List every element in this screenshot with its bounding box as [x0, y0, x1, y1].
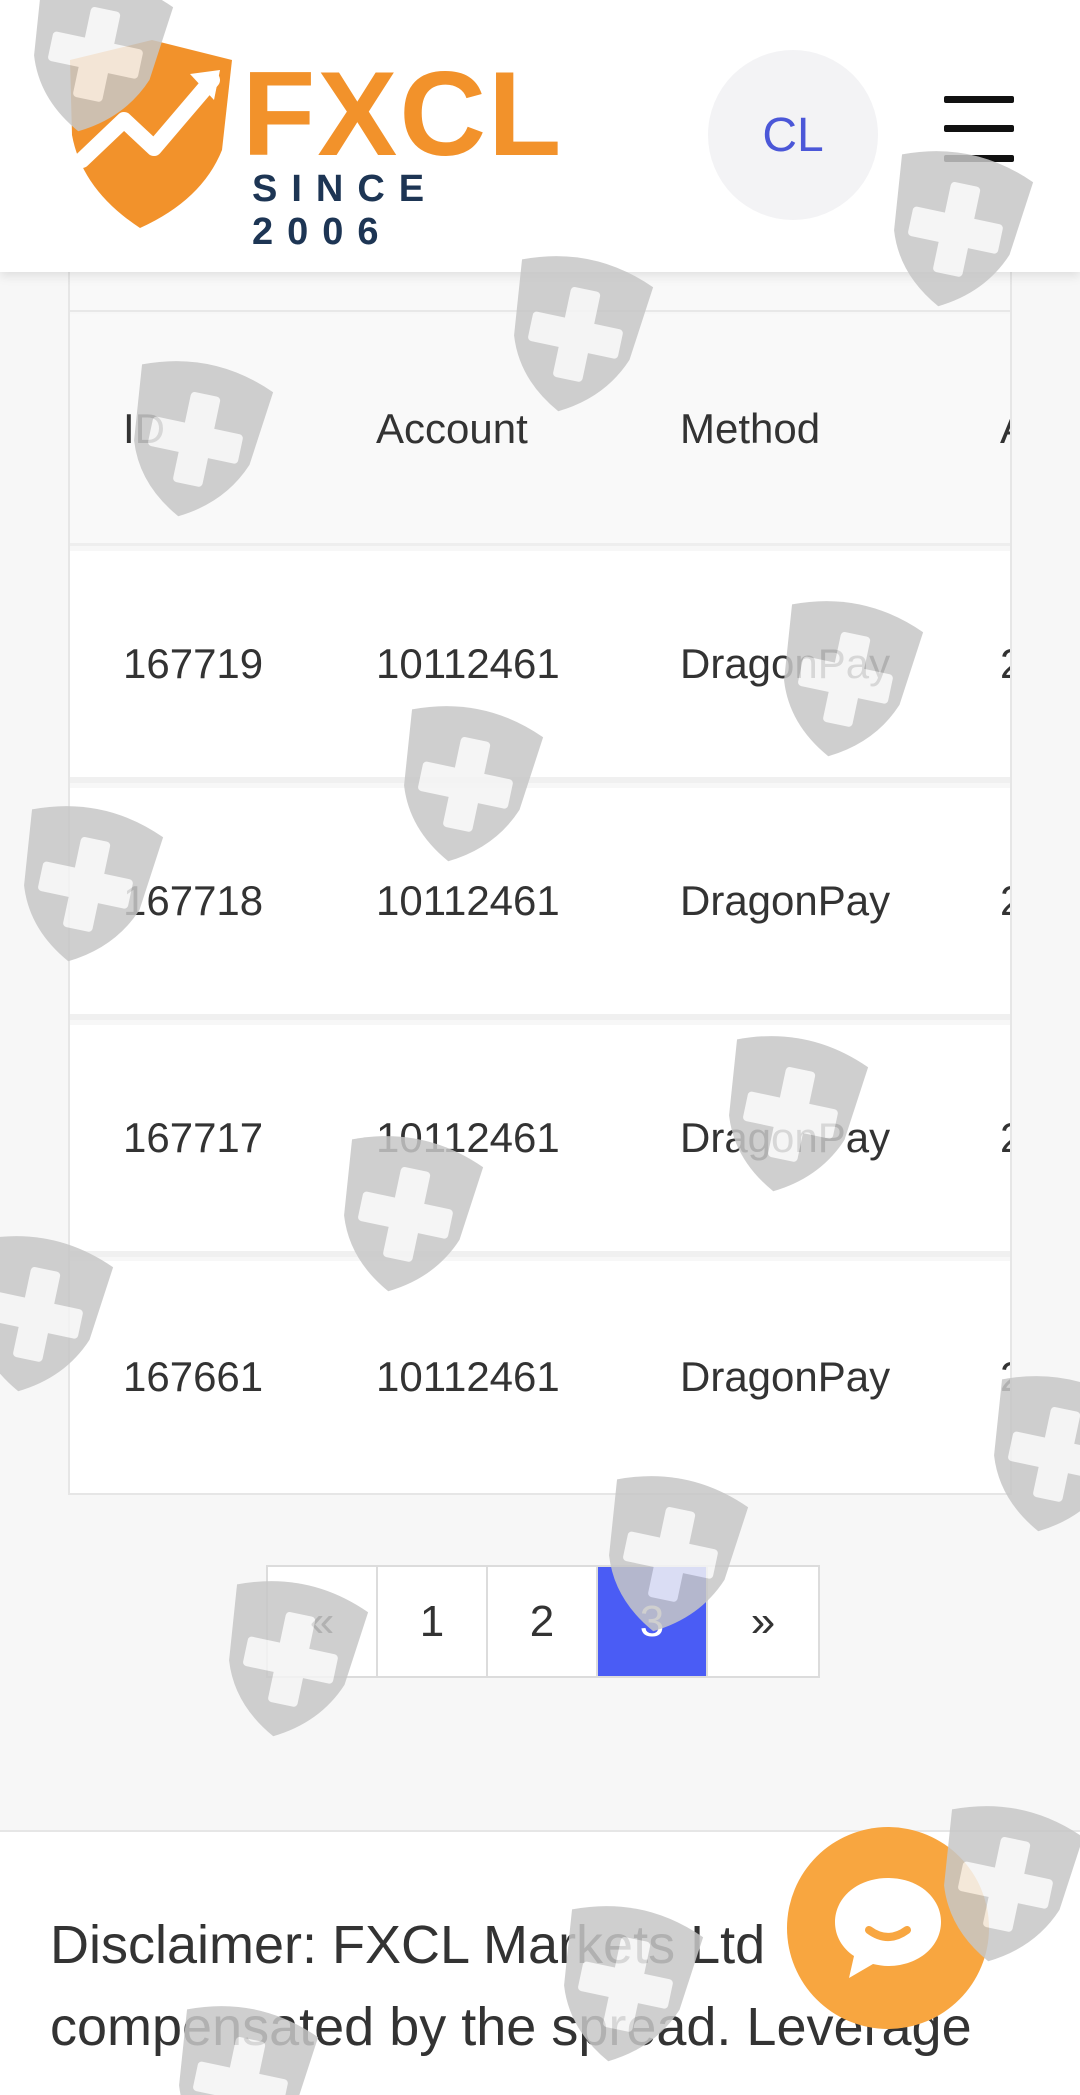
cell-amount: 2 [1000, 1114, 1010, 1162]
transactions-table: ID Account Method A 167719 10112461 Drag… [68, 230, 1012, 1495]
cell-amount: 2 [1000, 877, 1010, 925]
cell-id: 167661 [123, 1353, 264, 1400]
pagination-prev-button[interactable]: « [268, 1567, 378, 1676]
table-row[interactable]: 167718 10112461 DragonPay 2 [70, 788, 1010, 1020]
logo-tagline: SINCE 2006 [252, 168, 439, 253]
cell-method: DragonPay [680, 1114, 891, 1161]
chat-bubble-icon [835, 1878, 941, 1978]
cell-account: 10112461 [376, 1114, 560, 1161]
column-header-account[interactable]: Account [376, 405, 528, 453]
top-header: FXCL SINCE 2006 CL [0, 0, 1080, 272]
cell-method: DragonPay [680, 877, 891, 924]
cell-id: 167717 [123, 1114, 264, 1161]
pagination: « 1 2 3 » [266, 1565, 820, 1678]
fxcl-logo[interactable]: FXCL SINCE 2006 [62, 40, 582, 253]
cell-method: DragonPay [680, 1353, 891, 1400]
pagination-page-2[interactable]: 2 [488, 1567, 598, 1676]
table-row[interactable]: 167717 10112461 DragonPay 2 [70, 1025, 1010, 1257]
cell-amount: 2 [1000, 640, 1010, 688]
live-chat-button[interactable] [787, 1827, 989, 2029]
user-avatar-button[interactable]: CL [708, 50, 878, 220]
page: FXCL SINCE 2006 CL ID Account Method A 1… [0, 0, 1080, 2095]
table-row[interactable]: 167719 10112461 DragonPay 2 [70, 551, 1010, 783]
cell-account: 10112461 [376, 640, 560, 687]
pagination-page-3-current[interactable]: 3 [598, 1567, 708, 1676]
pagination-next-button[interactable]: » [708, 1567, 818, 1676]
hamburger-menu-icon[interactable] [944, 96, 1014, 162]
column-header-amount[interactable]: A [1000, 405, 1010, 453]
pagination-page-1[interactable]: 1 [378, 1567, 488, 1676]
cell-account: 10112461 [376, 1353, 560, 1400]
cell-account: 10112461 [376, 877, 560, 924]
cell-method: DragonPay [680, 640, 891, 687]
cell-amount: 2 [1000, 1353, 1010, 1401]
table-row[interactable]: 167661 10112461 DragonPay 2 [70, 1261, 1010, 1493]
column-header-id[interactable]: ID [123, 405, 165, 453]
logo-wordmark: FXCL [242, 47, 564, 181]
cell-id: 167719 [123, 640, 264, 687]
cell-id: 167718 [123, 877, 264, 924]
table-header-row: ID Account Method A [70, 314, 1010, 546]
shield-logo-icon [70, 40, 232, 228]
column-header-method[interactable]: Method [680, 405, 820, 453]
